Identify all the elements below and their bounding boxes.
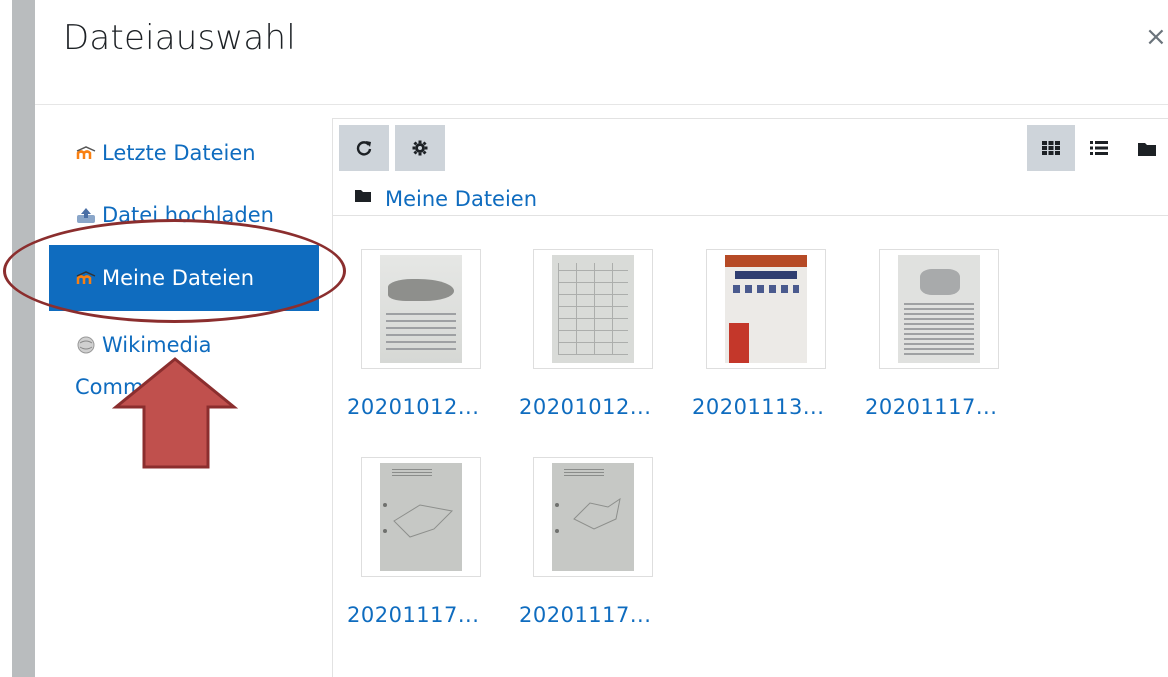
file-item[interactable]: 20201113...	[692, 249, 826, 419]
repo-wikimedia[interactable]: Wikimedia	[75, 333, 212, 357]
folder-icon	[355, 189, 371, 202]
file-item[interactable]: 20201117...	[519, 457, 653, 627]
tree-view-button[interactable]	[1123, 125, 1168, 171]
file-name: 20201012...	[519, 395, 652, 419]
file-thumbnail	[879, 249, 999, 369]
file-thumbnail	[361, 457, 481, 577]
repo-my-files[interactable]: Meine Dateien	[49, 245, 319, 311]
breadcrumb-my-files[interactable]: Meine Dateien	[385, 187, 537, 211]
refresh-icon	[356, 141, 372, 156]
icons-view-icon	[1042, 141, 1060, 155]
repo-recent-files[interactable]: Letzte Dateien	[75, 141, 256, 165]
file-name: 20201113...	[692, 395, 825, 419]
breadcrumb: Meine Dateien	[355, 179, 537, 211]
repo-upload-file[interactable]: Datei hochladen	[75, 203, 274, 227]
file-thumbnail	[533, 249, 653, 369]
icons-view-button[interactable]	[1027, 125, 1075, 171]
list-view-icon	[1090, 141, 1108, 155]
repo-wikimedia-label: Wikimedia	[102, 333, 212, 357]
file-thumbnail	[533, 457, 653, 577]
file-item[interactable]: 20201117...	[865, 249, 999, 419]
page-backdrop-edge	[12, 0, 35, 677]
path-divider	[333, 215, 1168, 216]
file-item[interactable]: 20201012...	[347, 249, 481, 419]
upload-icon	[75, 204, 97, 226]
file-item[interactable]: 20201012...	[519, 249, 653, 419]
moodle-icon	[75, 267, 97, 289]
repository-sidebar: Letzte Dateien Datei hochladen Meine Dat…	[35, 105, 332, 677]
gear-icon	[412, 140, 428, 156]
moodle-icon	[75, 142, 97, 164]
file-item[interactable]: 20201117...	[347, 457, 481, 627]
repo-upload-label: Datei hochladen	[102, 203, 274, 227]
tree-view-icon	[1138, 142, 1156, 156]
list-view-button[interactable]	[1075, 125, 1123, 171]
file-picker-dialog: Dateiauswahl × Letzte Dateien Datei hoch…	[35, 0, 1168, 677]
view-mode-toggle	[1027, 125, 1168, 171]
dialog-title: Dateiauswahl	[63, 18, 296, 58]
settings-button[interactable]	[395, 125, 445, 171]
repo-my-files-label: Meine Dateien	[102, 266, 255, 290]
file-browser: Meine Dateien 20201012... 20201012... 20…	[332, 118, 1168, 677]
repo-recent-label: Letzte Dateien	[102, 141, 256, 165]
file-name: 20201117...	[347, 603, 480, 627]
file-name: 20201117...	[519, 603, 652, 627]
window-left-margin	[0, 0, 12, 677]
file-name: 20201117...	[865, 395, 998, 419]
close-icon[interactable]: ×	[1145, 22, 1167, 52]
refresh-button[interactable]	[339, 125, 389, 171]
repo-wikimedia-label-line2[interactable]: Commons	[75, 375, 181, 399]
file-thumbnail	[706, 249, 826, 369]
file-thumbnail	[361, 249, 481, 369]
file-name: 20201012...	[347, 395, 480, 419]
wikimedia-icon	[75, 334, 97, 356]
